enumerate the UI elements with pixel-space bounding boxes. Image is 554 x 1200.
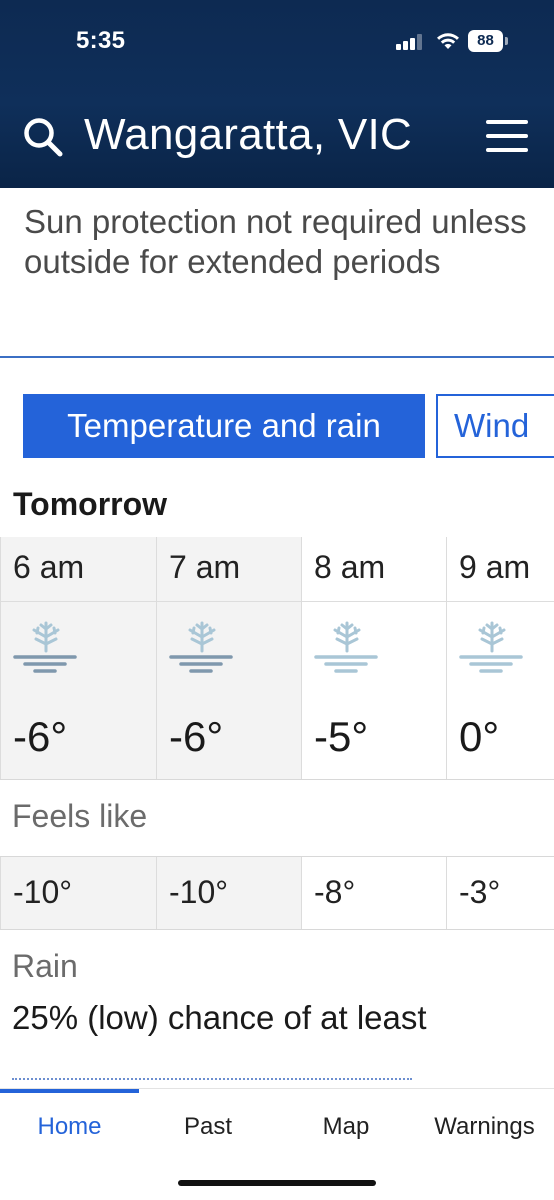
battery-level: 88 <box>468 30 503 52</box>
feels-like-cell: -3° <box>447 857 554 929</box>
nav-map[interactable]: Map <box>277 1113 415 1141</box>
hourly-forecast-grid: 6 am -6° 7 am -6° 8 am -5° 9 am 0° <box>0 537 554 780</box>
hour-time: 8 am <box>314 549 386 585</box>
status-time: 5:35 <box>76 27 126 54</box>
feels-like-value: -10° <box>13 874 73 910</box>
hour-column: 9 am 0° <box>447 537 554 780</box>
frost-icon <box>13 621 77 673</box>
hamburger-menu-icon[interactable] <box>486 120 528 152</box>
feels-like-value: -10° <box>169 874 229 910</box>
grid-divider <box>0 779 554 780</box>
wifi-icon <box>437 33 459 49</box>
rain-chance-text[interactable]: 25% (low) chance of at least <box>12 998 432 1037</box>
sun-protection-text: Sun protection not required unless outsi… <box>24 203 527 280</box>
dotted-underline <box>12 1078 412 1080</box>
nav-past[interactable]: Past <box>139 1113 277 1141</box>
section-divider <box>0 356 554 358</box>
hour-time: 7 am <box>169 549 241 585</box>
hour-temperature: -6° <box>13 713 68 760</box>
day-title: Tomorrow <box>13 486 168 522</box>
feels-like-cell: -10° <box>0 857 157 929</box>
feels-like-value: -8° <box>314 874 356 910</box>
nav-home[interactable]: Home <box>0 1113 139 1141</box>
active-tab-indicator <box>0 1089 139 1093</box>
hour-temperature: -5° <box>314 713 369 760</box>
hour-column: 7 am -6° <box>157 537 302 780</box>
tab-wind[interactable]: Wind <box>436 394 554 458</box>
hour-time: 6 am <box>13 549 85 585</box>
nav-warnings[interactable]: Warnings <box>415 1113 554 1141</box>
rain-label: Rain <box>12 948 78 984</box>
app-header: 5:35 88 Wangaratta, VIC <box>0 0 554 188</box>
feels-like-cell: -10° <box>157 857 302 929</box>
cellular-signal-icon <box>396 34 424 50</box>
feels-like-row: -10° -10° -8° -3° <box>0 856 554 930</box>
feels-like-label: Feels like <box>12 798 148 834</box>
tab-temperature-rain[interactable]: Temperature and rain <box>23 394 425 458</box>
search-icon[interactable] <box>22 116 64 158</box>
home-indicator[interactable] <box>178 1180 376 1186</box>
location-title[interactable]: Wangaratta, VIC <box>84 110 412 160</box>
hour-column: 8 am -5° <box>302 537 447 780</box>
frost-icon <box>459 621 523 673</box>
feels-like-value: -3° <box>459 874 501 910</box>
hour-column: 6 am -6° <box>0 537 157 780</box>
frost-icon <box>169 621 233 673</box>
battery-icon: 88 <box>468 30 508 52</box>
hour-time: 9 am <box>459 549 531 585</box>
hour-temperature: 0° <box>459 713 500 760</box>
feels-like-cell: -8° <box>302 857 447 929</box>
hour-temperature: -6° <box>169 713 224 760</box>
frost-icon <box>314 621 378 673</box>
